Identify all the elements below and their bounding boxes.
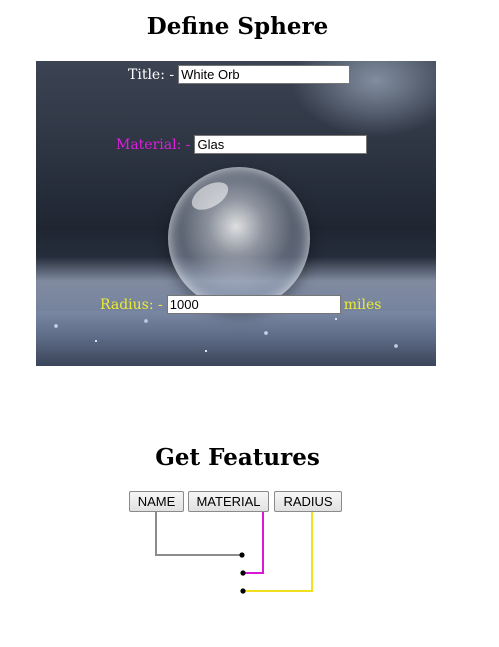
radius-wire <box>243 512 313 592</box>
name-wire <box>155 512 242 556</box>
feature-wires <box>155 512 313 594</box>
radius-wire-endpoint <box>240 588 246 594</box>
name-wire-endpoint <box>239 552 245 558</box>
material-wire-endpoint <box>240 570 246 576</box>
material-wire <box>243 512 264 574</box>
